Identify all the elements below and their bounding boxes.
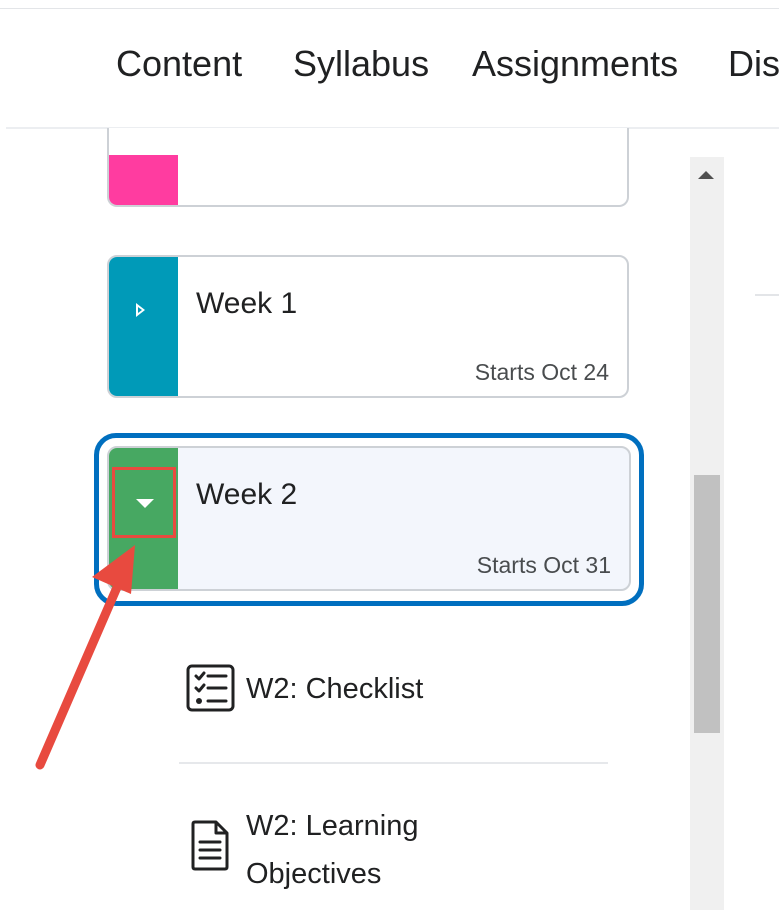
module-card-week-2[interactable]: Week 2 Starts Oct 31 bbox=[107, 446, 631, 591]
expand-arrow-icon[interactable] bbox=[136, 303, 145, 317]
module-color-bar bbox=[109, 155, 178, 205]
nav-item-syllabus[interactable]: Syllabus bbox=[293, 42, 429, 86]
topic-label: W2: Checklist bbox=[246, 673, 424, 705]
checklist-icon bbox=[186, 664, 235, 712]
scrollbar-track[interactable] bbox=[690, 157, 724, 910]
document-icon bbox=[191, 820, 229, 871]
scroll-up-arrow-icon[interactable] bbox=[698, 171, 714, 179]
module-title: Week 1 bbox=[196, 287, 298, 320]
collapse-toggle-button[interactable] bbox=[112, 467, 176, 538]
topic-label-line-2: Objectives bbox=[246, 858, 382, 890]
module-start-date: Starts Oct 31 bbox=[476, 552, 611, 578]
topic-label-line-1: W2: Learning bbox=[246, 810, 419, 842]
module-card-previous[interactable] bbox=[107, 128, 629, 207]
nav-item-content[interactable]: Content bbox=[116, 42, 242, 86]
scrollbar-thumb[interactable] bbox=[694, 475, 720, 733]
course-nav-bar: Content Syllabus Assignments Dis bbox=[0, 0, 779, 128]
module-color-bar bbox=[109, 257, 178, 396]
page: Content Syllabus Assignments Dis Week 1 … bbox=[0, 0, 779, 910]
nav-item-assignments[interactable]: Assignments bbox=[472, 42, 678, 86]
module-card-week-1[interactable]: Week 1 Starts Oct 24 bbox=[107, 255, 629, 398]
module-start-date: Starts Oct 24 bbox=[474, 359, 609, 385]
chevron-down-icon bbox=[136, 499, 154, 508]
content-pane-divider bbox=[755, 294, 779, 296]
module-title: Week 2 bbox=[196, 478, 298, 511]
nav-item-discussions[interactable]: Dis bbox=[728, 42, 779, 86]
topic-divider bbox=[179, 762, 608, 764]
